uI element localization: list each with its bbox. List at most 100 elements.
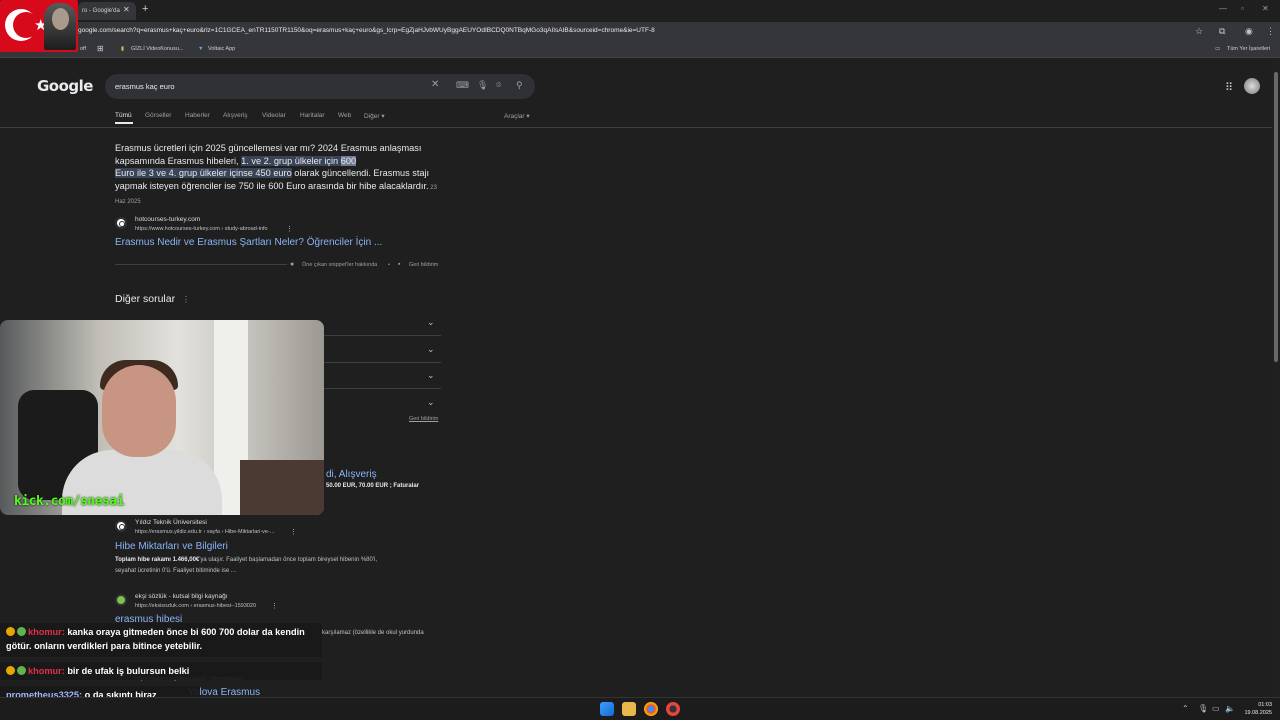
gifter-badge-icon [17,666,26,675]
profile-icon[interactable]: ◉ [1245,26,1253,37]
section-title: Diğer sorular [115,293,176,305]
more-options-icon[interactable]: ⋮ [286,225,293,233]
tab-more[interactable]: Diğer ▾ [364,112,385,120]
source-url[interactable]: https://eksisozluk.com › erasmus-hibesi-… [135,603,256,609]
close-tab-icon[interactable]: ✕ [123,5,130,14]
bookmark-star-icon[interactable]: ☆ [1195,26,1203,37]
source-name[interactable]: ekşi sözlük - kutsal bilgi kaynağı [135,593,228,600]
source-name[interactable]: hotcourses-turkey.com [135,216,200,223]
divider [0,127,1272,128]
source-url[interactable]: https://erasmus.yildiz.edu.tr › sayfa › … [135,529,274,535]
snippet-highlight: 1. ve 2. grup ülkeler için [241,155,341,166]
site-favicon-icon[interactable] [115,520,127,532]
bookmarks-bar: off ⊞ ▮ GİZLİ VideoKonusu... ▼ Voltaic A… [0,42,1280,58]
feedback-link[interactable]: Geri bildirim [409,416,438,422]
url-text[interactable]: google.com/search?q=erasmus+kaç+euro&rlz… [78,27,655,34]
result-snippet-text: 50.00 EUR, 70.00 EUR ; Faturalar [326,483,420,489]
bookmark-item[interactable]: Voltaic App [208,46,235,52]
volume-icon[interactable]: 🔈 [1225,704,1235,713]
kick-channel-label: kick.com/snesai [14,494,124,509]
site-favicon-icon[interactable] [115,594,127,606]
flag-overlay-image: ★ [0,0,78,52]
chat-message: khomur: bir de ufak iş bulursun belki [0,662,322,680]
snippet-highlight: Euro ile 3 ve 4. grup ülkeler içinse 450… [115,168,292,179]
all-bookmarks[interactable]: Tüm Yer İşaretleri [1227,46,1270,52]
file-explorer-icon[interactable] [622,702,636,716]
menu-icon[interactable]: ⋮ [1266,26,1275,37]
obs-icon[interactable] [666,702,680,716]
more-options-icon[interactable]: ⋮ [182,295,190,304]
close-window-icon[interactable]: ✕ [1262,4,1269,13]
taskbar: ⌃ 🎙 ▭ 🔈 01:03 19.08.2025 [0,697,1280,720]
tab-news[interactable]: Haberler [185,112,210,119]
clear-icon[interactable]: ✕ [431,79,439,90]
tab-maps[interactable]: Haritalar [300,112,325,119]
snippet-text: 'ya ulaşır. Faaliyet başlamadan önce top… [199,557,377,563]
tab-web[interactable]: Web [338,112,351,119]
subscriber-badge-icon [6,627,15,636]
tab-title: ro - Google'da [82,8,120,14]
divider [115,264,287,265]
result-link[interactable]: Erasmus Nedir ve Erasmus Şartları Neler?… [115,237,382,248]
tab-strip: ro - Google'da ✕ + — ▫ ✕ [0,0,1280,22]
mic-icon[interactable]: 🎙 [477,80,488,91]
divider [324,388,441,389]
windows-start-icon[interactable] [600,702,614,716]
tray-chevron-icon[interactable]: ⌃ [1182,704,1189,713]
google-apps-icon[interactable]: ⠿ [1225,81,1233,94]
chevron-down-icon[interactable]: ⌄ [427,344,435,355]
search-tabs: Tümü Görseller Haberler Alışveriş Videol… [115,112,535,122]
result-link[interactable]: di, Alışveriş [326,469,377,480]
camera-search-icon[interactable]: ⌾ [496,80,501,91]
gifter-badge-icon [17,627,26,636]
extensions-icon[interactable]: ⧉ [1219,26,1225,37]
chevron-down-icon[interactable]: ⌄ [427,397,435,408]
active-tab-indicator [115,122,133,124]
microphone-icon[interactable]: 🎙 [1198,704,1208,713]
webcam-feed [0,320,324,515]
feedback-link[interactable]: Geri bildirim [409,262,438,268]
more-options-icon[interactable]: ⋮ [271,602,278,610]
keyboard-icon[interactable]: ⌨ [456,80,469,91]
about-snippets-link[interactable]: Öne çıkan snippet'ler hakkında [302,262,377,268]
search-icon[interactable]: ⚲ [516,80,523,91]
more-options-icon[interactable]: ⋮ [290,528,297,536]
feedback-icon: ▪ [398,261,401,268]
bookmark-item[interactable]: GİZLİ VideoKonusu... [131,46,184,52]
source-url[interactable]: https://www.hotcourses-turkey.com › stud… [135,226,268,232]
result-snippet: Toplam hibe rakamı 1.466,00€'ya ulaşır. … [115,555,377,566]
chrome-icon[interactable] [644,702,658,716]
tab-shopping[interactable]: Alışveriş [223,112,248,119]
other-questions-title: Diğer sorular ⋮ [115,293,190,305]
chevron-down-icon[interactable]: ⌄ [427,370,435,381]
address-bar[interactable]: google.com/search?q=erasmus+kaç+euro&rlz… [0,22,1280,42]
minimize-icon[interactable]: — [1219,4,1227,13]
divider [324,335,441,336]
divider [324,362,441,363]
result-link[interactable]: Hibe Miktarları ve Bilgileri [115,541,228,552]
google-logo[interactable]: Google [37,77,93,95]
network-icon[interactable]: ▭ [1212,704,1220,713]
search-query[interactable]: erasmus kaç euro [115,82,175,91]
tools-button[interactable]: Araçlar ▾ [504,112,530,120]
result-snippet: karşılamaz (özellikle de okul yurdunda [322,630,424,636]
source-name[interactable]: Yıldız Teknik Üniversitesi [135,519,207,526]
subscriber-badge-icon [6,666,15,675]
new-tab-icon[interactable]: + [142,3,148,15]
voltaic-icon: ▼ [198,46,204,52]
scrollbar-thumb[interactable] [1274,72,1278,362]
snippet-highlight-selected: 600 [340,155,357,166]
tab-images[interactable]: Görseller [145,112,171,119]
tab-all[interactable]: Tümü [115,112,132,119]
bookmark-item[interactable]: off [80,46,86,52]
apps-grid-icon[interactable]: ⊞ [97,44,104,53]
site-favicon-icon[interactable] [115,217,127,229]
chevron-down-icon[interactable]: ⌄ [427,317,435,328]
maximize-icon[interactable]: ▫ [1241,4,1244,13]
info-icon: ● [290,261,295,268]
avatar[interactable] [1244,78,1260,94]
tab-videos[interactable]: Videolar [262,112,286,119]
search-input[interactable]: erasmus kaç euro ✕ ⌨ 🎙 ⌾ ⚲ [105,74,535,99]
folder-icon: ▭ [1215,46,1221,52]
clock[interactable]: 01:03 19.08.2025 [1238,701,1272,717]
